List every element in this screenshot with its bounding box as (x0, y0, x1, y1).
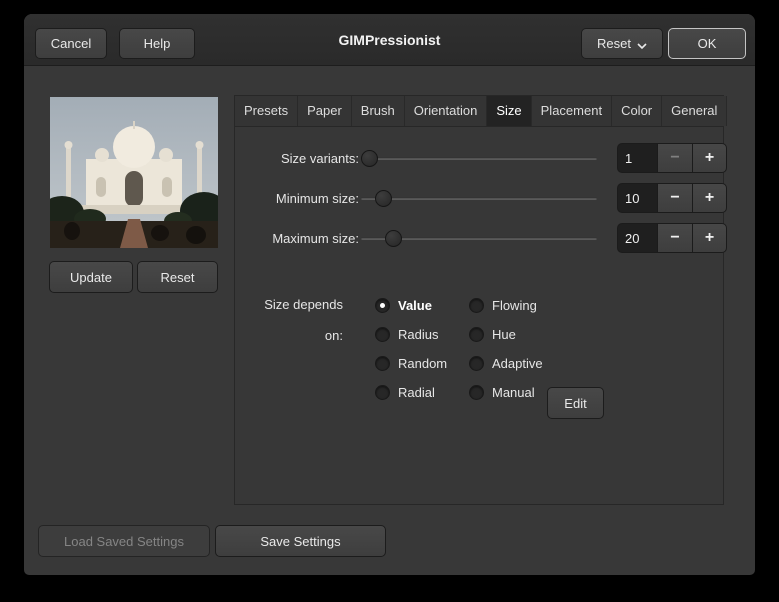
plus-button[interactable]: + (692, 223, 727, 253)
radio-adaptive[interactable]: Adaptive (469, 353, 543, 373)
load-saved-settings-button[interactable]: Load Saved Settings (38, 525, 210, 557)
tab-size[interactable]: Size (487, 96, 531, 126)
minimum-size-spin: − + (617, 183, 727, 213)
slider-handle[interactable] (375, 190, 392, 207)
tab-paper[interactable]: Paper (298, 96, 352, 126)
tab-color[interactable]: Color (612, 96, 662, 126)
size-variants-input[interactable] (617, 143, 657, 173)
radio-flowing[interactable]: Flowing (469, 295, 537, 315)
radio-dot-icon (469, 356, 484, 371)
save-settings-button[interactable]: Save Settings (215, 525, 386, 557)
radio-label: Manual (492, 385, 535, 400)
update-preview-button[interactable]: Update (49, 261, 133, 293)
slider-handle[interactable] (361, 150, 378, 167)
slider-track (361, 197, 597, 200)
preview-image (50, 97, 218, 248)
maximum-size-input[interactable] (617, 223, 657, 253)
minimum-size-row: Minimum size: − + (251, 183, 709, 214)
maximum-size-slider[interactable] (361, 223, 597, 254)
reset-menu-button[interactable]: Reset (581, 28, 663, 59)
reset-preview-button[interactable]: Reset (137, 261, 218, 293)
radio-dot-icon (469, 385, 484, 400)
maximum-size-spin: − + (617, 223, 727, 253)
radio-dot-icon (375, 298, 390, 313)
taj-mahal-preview-illustration (50, 97, 218, 248)
cancel-button[interactable]: Cancel (35, 28, 107, 59)
chevron-down-icon (637, 39, 647, 49)
tab-presets[interactable]: Presets (235, 96, 298, 126)
radio-radius[interactable]: Radius (375, 324, 438, 344)
size-variants-label: Size variants: (259, 143, 359, 174)
tab-brush[interactable]: Brush (352, 96, 405, 126)
reset-menu-label: Reset (597, 36, 631, 51)
radio-dot-icon (469, 327, 484, 342)
maximum-size-row: Maximum size: − + (251, 223, 709, 254)
edit-button[interactable]: Edit (547, 387, 604, 419)
minus-button[interactable]: − (657, 223, 692, 253)
radio-dot-icon (375, 327, 390, 342)
settings-notebook: Presets Paper Brush Orientation Size Pla… (234, 95, 724, 505)
size-variants-spin: − + (617, 143, 727, 173)
radio-dot-icon (375, 356, 390, 371)
size-panel: Size variants: − + Minimum size: (235, 127, 723, 504)
radio-label: Random (398, 356, 447, 371)
radio-label: Radius (398, 327, 438, 342)
tab-placement[interactable]: Placement (532, 96, 612, 126)
minimum-size-input[interactable] (617, 183, 657, 213)
radio-label: Adaptive (492, 356, 543, 371)
slider-handle[interactable] (385, 230, 402, 247)
radio-dot-icon (469, 298, 484, 313)
radio-random[interactable]: Random (375, 353, 447, 373)
header-bar: Cancel Help GIMPressionist Reset OK (24, 14, 755, 66)
radio-label: Radial (398, 385, 435, 400)
minus-button[interactable]: − (657, 183, 692, 213)
tab-orientation[interactable]: Orientation (405, 96, 488, 126)
radio-manual[interactable]: Manual (469, 382, 535, 402)
radio-label: Flowing (492, 298, 537, 313)
minimum-size-slider[interactable] (361, 183, 597, 214)
radio-label: Hue (492, 327, 516, 342)
radio-value[interactable]: Value (375, 295, 432, 315)
slider-track (361, 157, 597, 160)
size-depends-label: Size depends on: (243, 289, 343, 351)
help-button[interactable]: Help (119, 28, 195, 59)
tab-row: Presets Paper Brush Orientation Size Pla… (235, 96, 723, 127)
radio-radial[interactable]: Radial (375, 382, 435, 402)
gimpressionist-dialog: Cancel Help GIMPressionist Reset OK (24, 14, 755, 575)
radio-label: Value (398, 298, 432, 313)
plus-button[interactable]: + (692, 183, 727, 213)
tab-general[interactable]: General (662, 96, 727, 126)
plus-button[interactable]: + (692, 143, 727, 173)
radio-hue[interactable]: Hue (469, 324, 516, 344)
minimum-size-label: Minimum size: (259, 183, 359, 214)
ok-button[interactable]: OK (668, 28, 746, 59)
minus-button[interactable]: − (657, 143, 692, 173)
maximum-size-label: Maximum size: (259, 223, 359, 254)
size-variants-row: Size variants: − + (251, 143, 709, 174)
radio-dot-icon (375, 385, 390, 400)
size-variants-slider[interactable] (361, 143, 597, 174)
